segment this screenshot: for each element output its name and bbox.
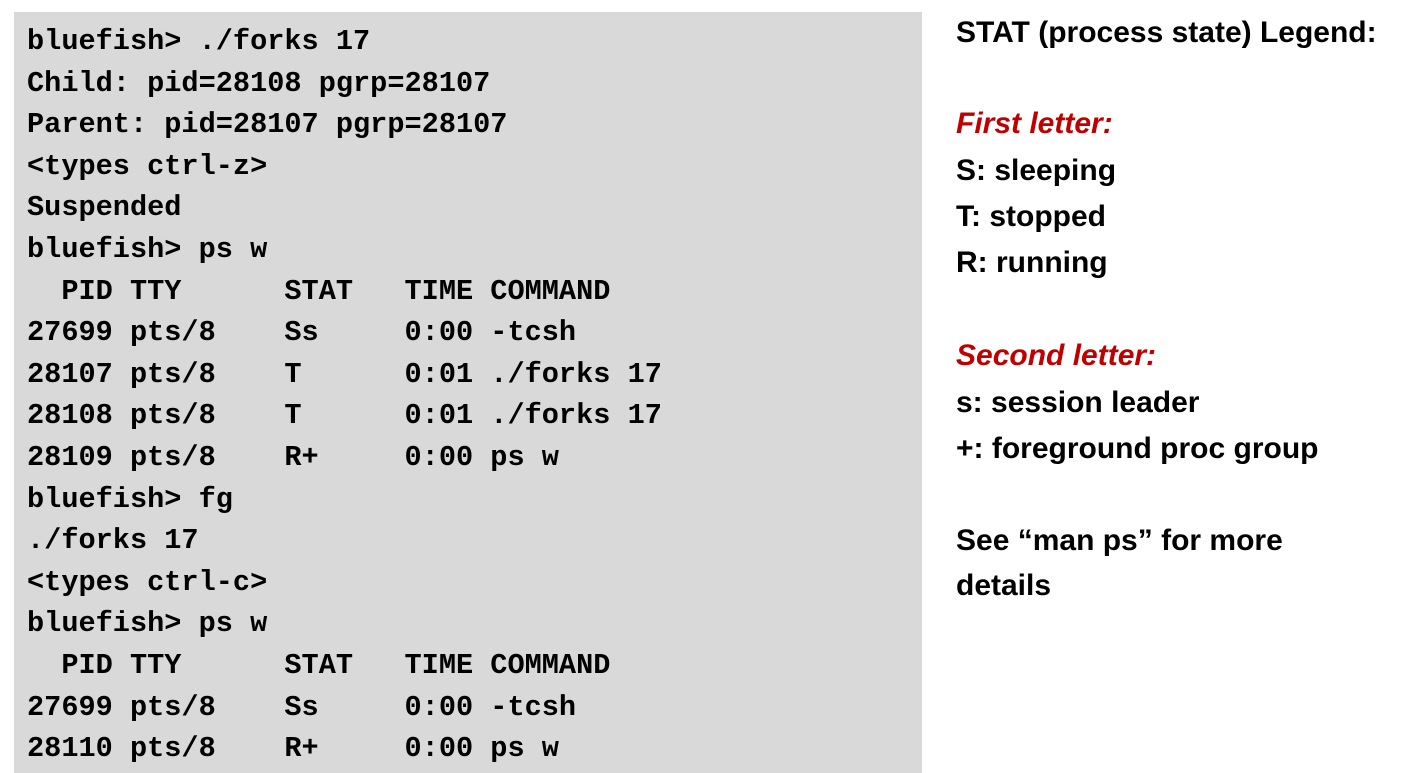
legend-spacer [956, 472, 1411, 518]
legend-item-foreground-group: +: foreground proc group [956, 432, 1319, 465]
legend-title: STAT (process state) Legend: [956, 16, 1377, 49]
legend-item-session-leader: s: session leader [956, 386, 1200, 419]
ps-row: 28108 pts/8 T 0:01 ./forks 17 [27, 399, 662, 433]
ps-row: 27699 pts/8 Ss 0:00 -tcsh [27, 690, 577, 724]
terminal-output-panel: bluefish> ./forks 17 Child: pid=28108 pg… [14, 12, 922, 773]
ps-row: 27699 pts/8 Ss 0:00 -tcsh [27, 316, 577, 350]
man-ps-note: See “man ps” for more details [956, 524, 1283, 602]
terminal-line: bluefish> fg [27, 482, 233, 516]
terminal-line: bluefish> ps w [27, 607, 268, 641]
terminal-line: Parent: pid=28107 pgrp=28107 [27, 108, 508, 142]
second-letter-heading: Second letter: [956, 339, 1157, 372]
ps-row: 28109 pts/8 R+ 0:00 ps w [27, 440, 559, 474]
terminal-line: <types ctrl-z> [27, 149, 268, 183]
legend-item-sleeping: S: sleeping [956, 154, 1117, 187]
terminal-line: bluefish> ps w [27, 232, 268, 266]
ps-row: 28110 pts/8 R+ 0:00 ps w [27, 732, 559, 766]
legend-spacer [956, 56, 1411, 100]
legend-item-running: R: running [956, 246, 1108, 279]
first-letter-heading: First letter: [956, 107, 1113, 140]
legend-item-stopped: T: stopped [956, 200, 1106, 233]
terminal-line: bluefish> ./forks 17 [27, 25, 371, 58]
terminal-line: <types ctrl-c> [27, 565, 268, 599]
terminal-line: ./forks 17 [27, 524, 199, 558]
legend-spacer [956, 286, 1411, 332]
ps-header-row: PID TTY STAT TIME COMMAND [27, 648, 611, 682]
terminal-line: Suspended [27, 191, 182, 225]
terminal-line: Child: pid=28108 pgrp=28107 [27, 66, 491, 100]
ps-row: 28107 pts/8 T 0:01 ./forks 17 [27, 357, 662, 391]
stat-legend: STAT (process state) Legend: First lette… [956, 10, 1411, 608]
ps-header-row: PID TTY STAT TIME COMMAND [27, 274, 611, 308]
